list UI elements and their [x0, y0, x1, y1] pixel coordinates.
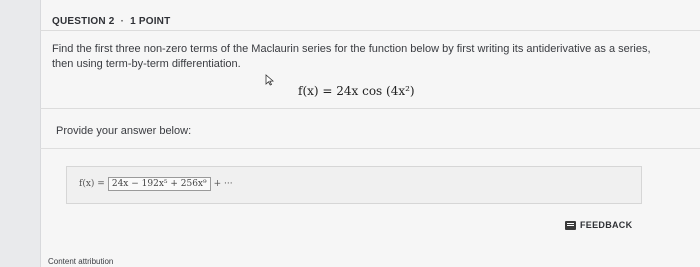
header-divider — [40, 30, 700, 31]
answer-divider — [40, 148, 700, 149]
header-separator: · — [120, 16, 125, 27]
answer-function-prefix: f(x) = — [79, 179, 105, 189]
feedback-label: FEEDBACK — [580, 220, 633, 230]
question-number: QUESTION 2 — [52, 16, 115, 27]
question-prompt: Find the first three non-zero terms of t… — [52, 43, 651, 70]
question-points: 1 POINT — [130, 16, 171, 27]
content-attribution-link[interactable]: Content attribution — [48, 257, 113, 266]
question-header: QUESTION 2 · 1 POINT — [52, 16, 170, 27]
answer-container: f(x) = 24x − 192x⁵ + 256x⁹ + ··· — [66, 166, 642, 204]
feedback-button[interactable]: FEEDBACK — [565, 220, 632, 230]
function-formula: f(x) = 24x cos (4x²) — [298, 84, 415, 98]
answer-suffix: + ··· — [213, 179, 233, 189]
mouse-cursor-icon — [265, 74, 275, 86]
answer-input-field[interactable]: 24x − 192x⁵ + 256x⁹ — [107, 177, 211, 191]
feedback-icon — [565, 220, 576, 230]
section-divider — [40, 108, 700, 109]
answer-prompt-label: Provide your answer below: — [56, 125, 192, 137]
answer-expression: f(x) = 24x − 192x⁵ + 256x⁹ + ··· — [79, 177, 233, 191]
